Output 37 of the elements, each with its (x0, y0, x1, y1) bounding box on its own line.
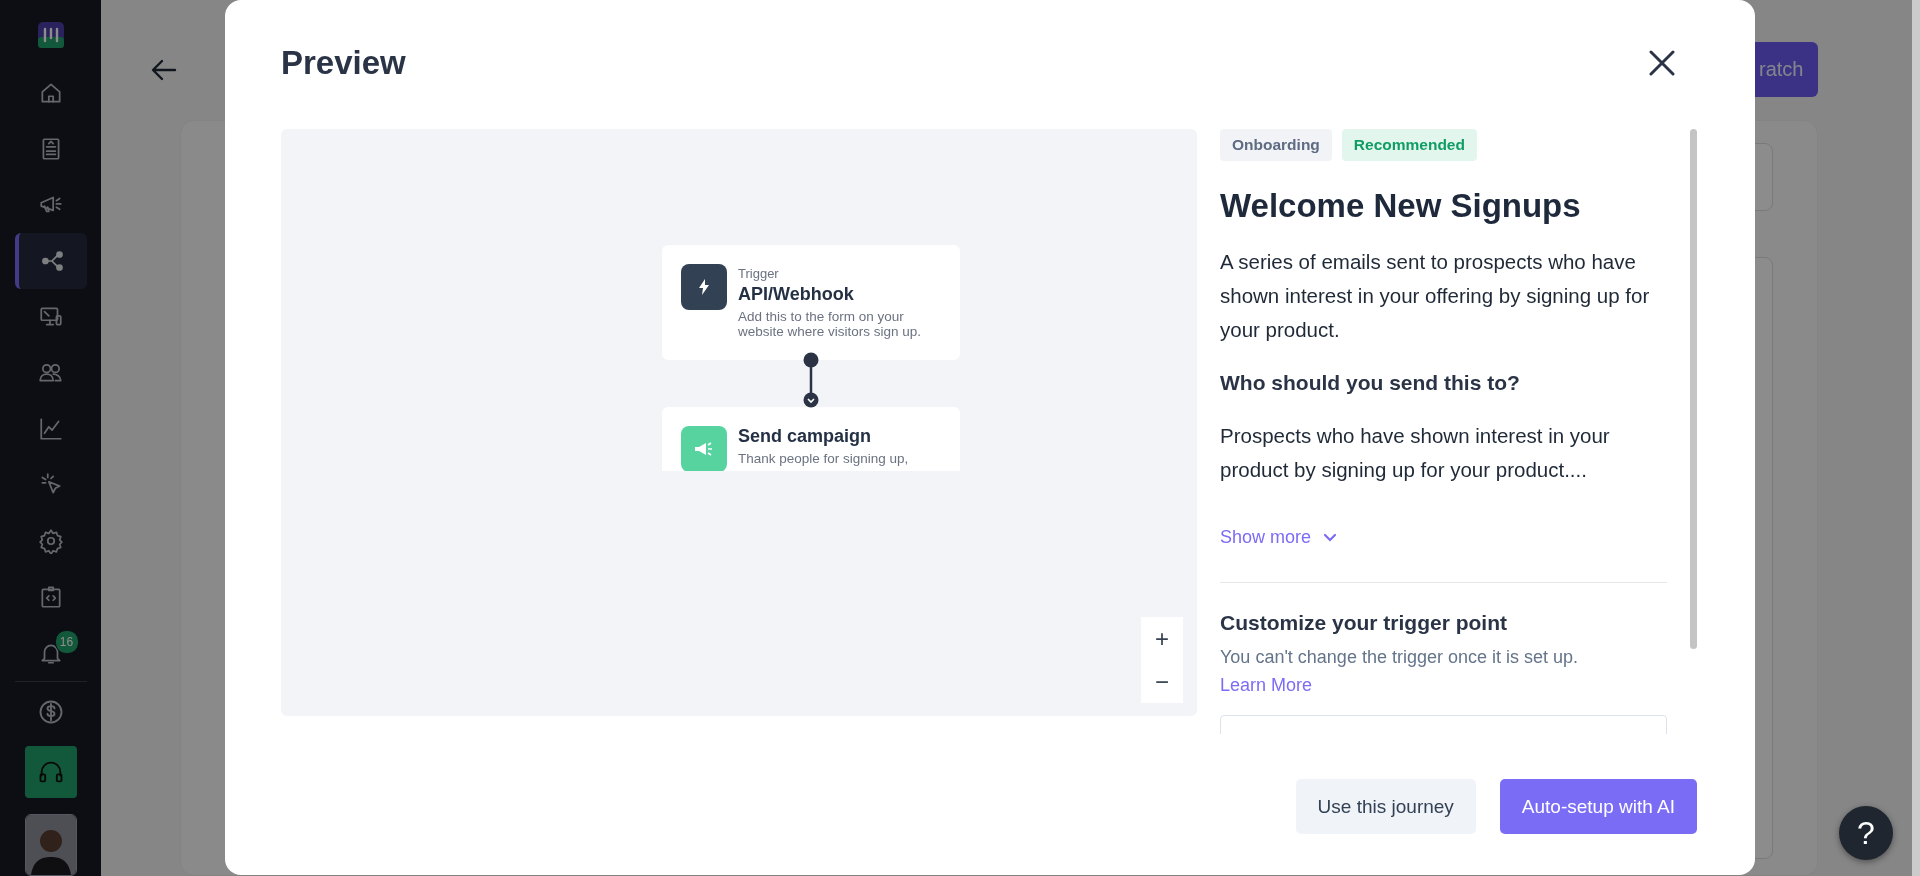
node-title: Send campaign (738, 426, 873, 447)
share-icon (39, 248, 66, 274)
flow-node[interactable]: Trigger API/Webhook Add this to the form on your website where visitors sign up. (662, 245, 960, 360)
use-journey-button[interactable]: Use this journey (1295, 779, 1476, 834)
node-description: Add this to the form on your website where visitors sign up. (738, 309, 923, 339)
connector (803, 352, 819, 408)
learn-more-link[interactable]: Learn More (1220, 675, 1313, 695)
support-button[interactable] (24, 746, 77, 798)
page-scrollbar[interactable] (1912, 0, 1920, 876)
notification-badge: 16 (54, 630, 79, 654)
ai-setup-button[interactable]: Auto-setup with AI (1499, 779, 1697, 834)
logo-icon[interactable] (37, 22, 64, 48)
gear-icon (37, 528, 64, 554)
tag: Onboarding (1220, 129, 1332, 161)
back-arrow-icon[interactable] (151, 58, 177, 81)
node-title: API/Webhook (738, 284, 855, 305)
show-more-link[interactable]: Show more (1220, 527, 1338, 548)
trigger-note: You can't change the trigger once it is set up. Learn More (1220, 646, 1579, 697)
flow-node[interactable]: Send campaign Thank people for signing up, (662, 407, 960, 471)
flow-canvas[interactable]: Trigger API/Webhook Add this to the form on your website where visitors sign up. Send campaign Thank people for signing up, + − (281, 129, 1197, 716)
tag: Recommended (1341, 129, 1477, 161)
lightning-icon (681, 264, 727, 310)
scrollbar[interactable] (1690, 129, 1697, 649)
node-label: Trigger (738, 266, 780, 281)
section-heading: Who should you send this to? (1220, 371, 1521, 395)
chart-icon (37, 416, 64, 442)
sidebar-item[interactable] (14, 233, 87, 289)
avatar[interactable] (24, 814, 77, 876)
modal-title: Preview (281, 44, 406, 82)
node-description: Thank people for signing up, (738, 451, 909, 466)
section-heading: Customize your trigger point (1220, 611, 1508, 635)
audience-text: Prospects who have shown interest in your product by signing up for your product.... (1220, 423, 1611, 483)
chevron-down-icon (1323, 533, 1338, 542)
journey-title: Welcome New Signups (1220, 187, 1582, 225)
megaphone-icon (681, 426, 727, 471)
journey-description: A series of emails sent to prospects who have shown interest in your offering by signing up for your product. (1220, 249, 1651, 343)
close-button[interactable] (1649, 50, 1675, 76)
